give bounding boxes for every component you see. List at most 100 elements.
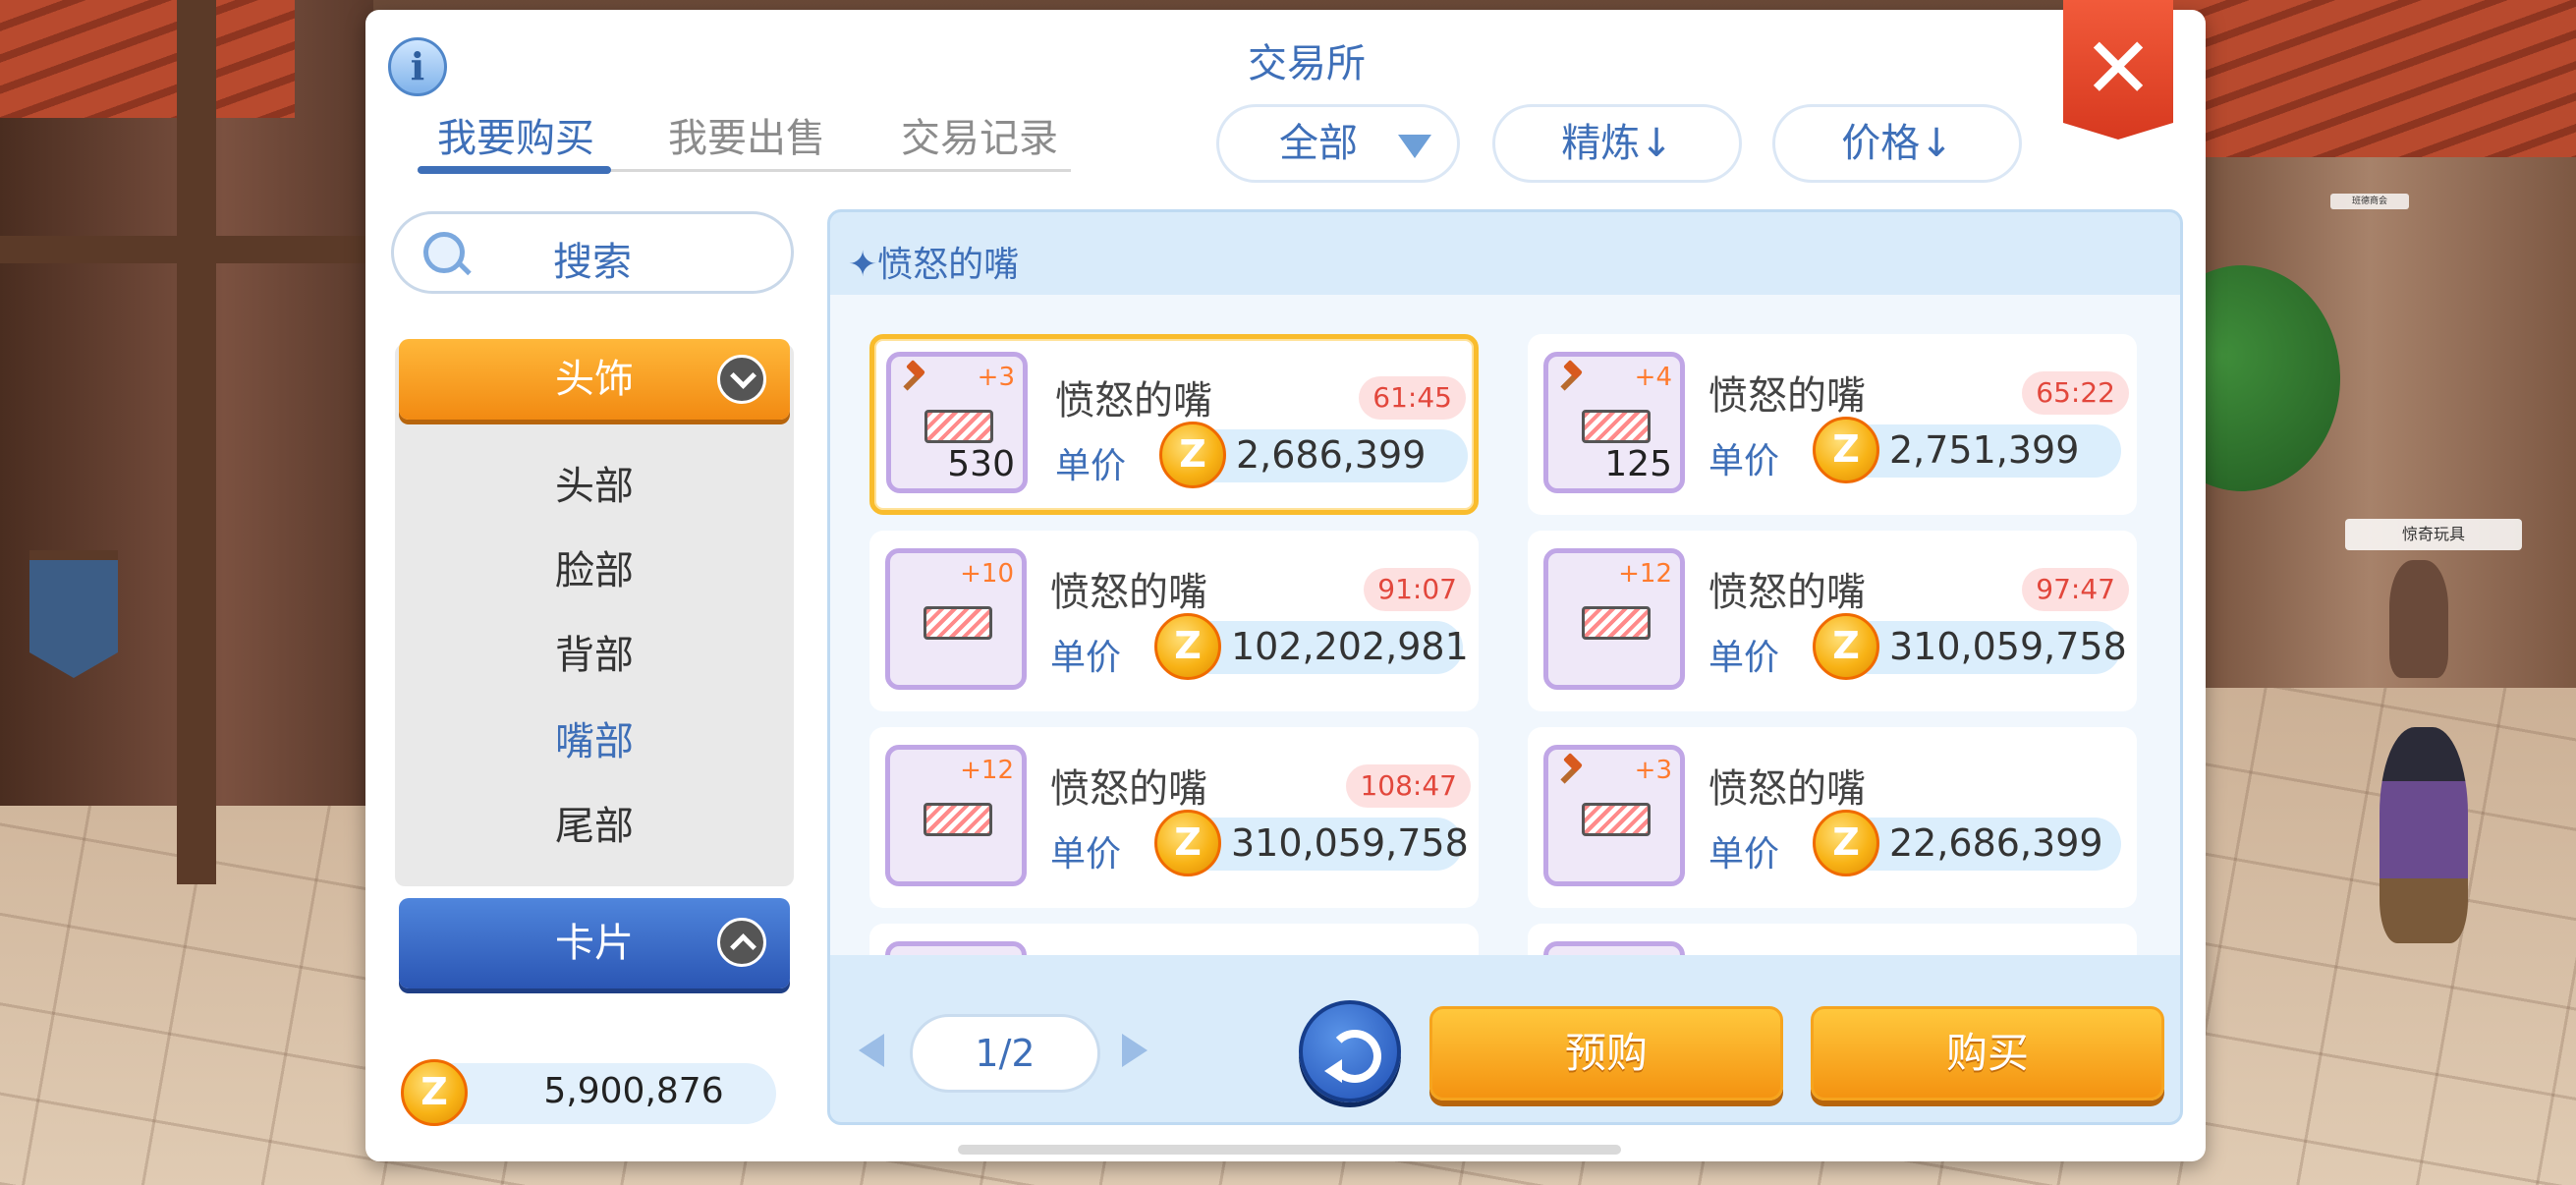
buy-button[interactable]: 购买 (1811, 1006, 2164, 1100)
item-name: 愤怒的嘴 (1708, 766, 1866, 812)
tab-active-indicator (418, 166, 611, 174)
refine-level: +3 (1634, 756, 1672, 785)
item-name: 愤怒的嘴 (1050, 766, 1207, 812)
item-price: 310,059,758 (1231, 821, 1469, 865)
next-page-arrow-icon[interactable] (1122, 1034, 1148, 1067)
item-thumbnail: +10 (885, 548, 1027, 690)
zeny-coin-icon: Z (1813, 613, 1879, 680)
unit-price-label: 单价 (1708, 441, 1780, 481)
item-price: 22,686,399 (1889, 821, 2103, 865)
listing-timer: 65:22 (2022, 371, 2129, 415)
npc-name-tag-small[interactable]: 班德商会 (2330, 194, 2409, 209)
refresh-button[interactable] (1299, 1000, 1401, 1102)
zeny-coin-icon: Z (1154, 810, 1221, 876)
hammer-icon (1558, 758, 1584, 783)
npc-character[interactable] (2389, 560, 2448, 678)
refine-level: +10 (960, 559, 1014, 589)
unit-price-label: 单价 (1708, 638, 1780, 678)
refine-level: +5 (977, 952, 1014, 955)
hammer-icon (901, 365, 926, 390)
category-headwear-label: 头饰 (555, 357, 634, 402)
price-bar: Z 310,059,758 (1154, 810, 1469, 876)
refine-level: +4 (1634, 363, 1672, 392)
page-indicator: 1/2 (910, 1014, 1100, 1093)
preorder-button[interactable]: 预购 (1429, 1006, 1783, 1100)
listing-title: ✦愤怒的嘴 (848, 245, 1020, 285)
item-thumbnail: +15 (1543, 941, 1685, 955)
item-name: 愤怒的嘴 (1050, 570, 1207, 615)
price-sort-button[interactable]: 价格↓ (1772, 104, 2022, 183)
listing-item[interactable]: +3 愤怒的嘴单价 Z 22,686,399 (1528, 727, 2137, 908)
item-name: 愤怒的嘴 (1708, 373, 1866, 419)
search-button[interactable]: 搜索 (391, 211, 794, 294)
tab-sell[interactable]: 我要出售 (668, 106, 825, 163)
hammer-icon (1558, 365, 1584, 390)
listing-timer: 91:07 (1364, 568, 1471, 611)
angry-mouth-item-icon (924, 410, 993, 443)
category-cards[interactable]: 卡片 (399, 898, 790, 988)
player-character[interactable] (2380, 727, 2468, 943)
item-name: 愤怒的嘴 (1055, 378, 1212, 423)
wallet-balance: Z 5,900,876 (401, 1059, 776, 1126)
listing-grid[interactable]: +3 530 愤怒的嘴 61:45 单价 Z 2,686,399 +4 125 愤怒的嘴 65:22… (830, 295, 2180, 955)
tab-history[interactable]: 交易记录 (901, 106, 1058, 163)
subcategory-face[interactable]: 脸部 (395, 538, 794, 595)
item-name: 愤怒的嘴 (1708, 570, 1866, 615)
unit-price-label: 单价 (1055, 446, 1127, 486)
category-headwear[interactable]: 头饰 (399, 339, 790, 420)
unit-price-label: 单价 (1708, 834, 1780, 875)
info-button[interactable]: i (388, 37, 447, 96)
refine-level: +3 (977, 363, 1015, 392)
chevron-up-icon (717, 918, 766, 967)
horizontal-scrollbar[interactable] (958, 1145, 1621, 1155)
item-price: 2,686,399 (1236, 433, 1427, 477)
price-bar: Z 310,059,758 (1813, 613, 2127, 680)
dialog-title: 交易所 (1248, 41, 1366, 86)
zeny-coin-icon: Z (1154, 613, 1221, 680)
subcategory-tail[interactable]: 尾部 (395, 794, 794, 851)
item-thumbnail: +12 (885, 745, 1027, 886)
category-dropdown-value: 全部 (1279, 121, 1358, 166)
item-price: 310,059,758 (1889, 625, 2127, 668)
price-bar: Z 2,751,399 (1813, 417, 2121, 483)
search-label: 搜索 (553, 240, 632, 285)
listing-timer: 97:47 (2022, 568, 2129, 611)
listing-item[interactable]: +4 125 愤怒的嘴 65:22 单价 Z 2,751,399 (1528, 334, 2137, 515)
item-name: 愤怒的嘴 (1050, 953, 1207, 955)
listing-item[interactable]: +15 愤怒的嘴 (1528, 924, 2137, 955)
tab-buy[interactable]: 我要购买 (437, 106, 594, 163)
item-name: 愤怒的嘴 (1708, 953, 1866, 955)
listing-item[interactable]: +3 530 愤怒的嘴 61:45 单价 Z 2,686,399 (869, 334, 1479, 515)
tab-bar: 我要购买 我要出售 交易记录 (418, 106, 1071, 175)
listing-panel: ✦愤怒的嘴 +3 530 愤怒的嘴 61:45 单价 Z 2,686,399 +4 125 愤怒的… (827, 209, 2183, 1125)
npc-name-tag[interactable]: 惊奇玩具 (2345, 519, 2522, 550)
item-quantity: 125 (1604, 444, 1672, 484)
angry-mouth-item-icon (1582, 410, 1651, 443)
item-price: 2,751,399 (1889, 428, 2080, 472)
subcategory-back[interactable]: 背部 (395, 623, 794, 680)
listing-item[interactable]: +10 愤怒的嘴 91:07 单价 Z 102,202,981 (869, 531, 1479, 711)
refine-level: +12 (1618, 559, 1672, 589)
item-thumbnail: +3 530 (886, 352, 1028, 493)
item-thumbnail: +5 (885, 941, 1027, 955)
angry-mouth-item-icon (924, 803, 992, 836)
guild-banner (29, 550, 118, 678)
unit-price-label: 单价 (1050, 638, 1122, 678)
prev-page-arrow-icon[interactable] (859, 1034, 884, 1067)
listing-timer: 108:47 (1346, 764, 1471, 808)
price-bar: Z 102,202,981 (1154, 613, 1469, 680)
listing-item[interactable]: +12 愤怒的嘴 97:47 单价 Z 310,059,758 (1528, 531, 2137, 711)
refine-level: +12 (960, 756, 1014, 785)
close-button[interactable]: ✕ (2063, 0, 2173, 140)
angry-mouth-item-icon (1582, 606, 1651, 640)
price-bar: Z 2,686,399 (1159, 422, 1468, 488)
wooden-beam (177, 0, 216, 884)
listing-item[interactable]: +12 愤怒的嘴 108:47 单价 Z 310,059,758 (869, 727, 1479, 908)
category-dropdown[interactable]: 全部 (1216, 104, 1460, 183)
listing-item[interactable]: +5 愤怒的嘴 (869, 924, 1479, 955)
angry-mouth-item-icon (1582, 803, 1651, 836)
subcategory-mouth[interactable]: 嘴部 (395, 709, 794, 766)
refine-sort-button[interactable]: 精炼↓ (1492, 104, 1742, 183)
subcategory-head[interactable]: 头部 (395, 454, 794, 511)
price-bar: Z 22,686,399 (1813, 810, 2121, 876)
